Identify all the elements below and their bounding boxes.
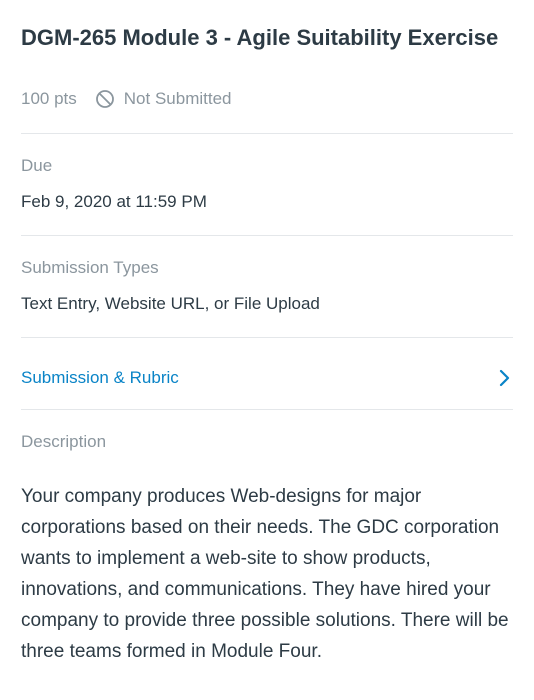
divider: [21, 337, 513, 338]
assignment-title: DGM-265 Module 3 - Agile Suitability Exe…: [21, 25, 499, 50]
divider: [21, 133, 513, 134]
due-date: Feb 9, 2020 at 11:59 PM: [21, 192, 207, 211]
submission-rubric-link[interactable]: Submission & Rubric: [21, 356, 513, 400]
assignment-meta: 100 pts Not Submitted: [21, 89, 232, 109]
submission-status: Not Submitted: [123, 89, 232, 108]
submission-rubric-label: Submission & Rubric: [21, 368, 179, 387]
divider: [21, 409, 513, 410]
not-submitted-icon: [95, 89, 115, 109]
description-label: Description: [21, 432, 107, 451]
chevron-right-icon: [497, 369, 511, 387]
points-label: 100 pts: [21, 89, 77, 108]
description-text: Your company produces Web-designs for ma…: [21, 486, 509, 662]
submission-types-label: Submission Types: [21, 258, 159, 277]
submission-types-value: Text Entry, Website URL, or File Upload: [21, 294, 320, 313]
assignment-details-page: DGM-265 Module 3 - Agile Suitability Exe…: [0, 0, 534, 700]
divider: [21, 235, 513, 236]
due-label: Due: [21, 156, 53, 175]
